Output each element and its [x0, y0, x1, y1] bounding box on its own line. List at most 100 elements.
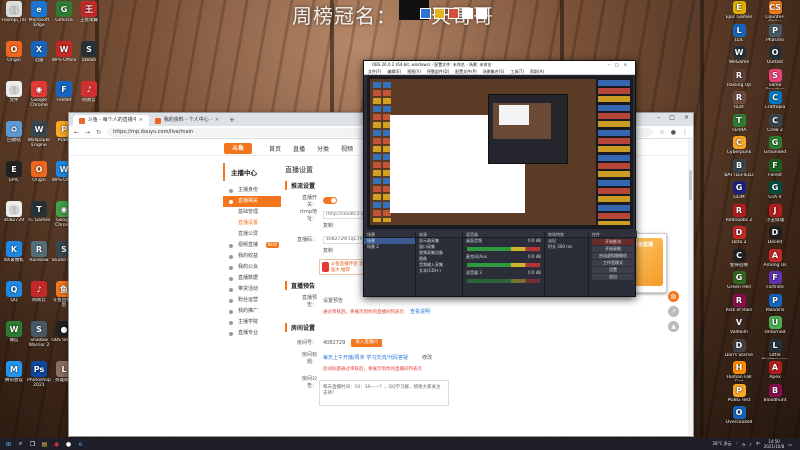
desktop-shortcut[interactable]: M 腾讯会议 [1, 361, 27, 388]
network-icon[interactable]: ◔ [742, 442, 746, 447]
desktop-shortcut[interactable]: V Valheim [724, 316, 754, 336]
obs-control-button[interactable]: 启动虚拟摄像机 [592, 253, 634, 259]
sidebar-item[interactable]: 我的公会 [223, 262, 281, 273]
desktop-shortcut[interactable]: ♪ 网易云 [26, 281, 52, 308]
clock[interactable]: 14:50 2021/10/8 [764, 439, 785, 449]
desktop-shortcut[interactable]: ▤ 4082729 [1, 201, 27, 228]
obs-window-controls[interactable]: –□× [608, 61, 632, 68]
desktop-shortcut[interactable]: P PUBG Test [724, 383, 754, 404]
minimize-icon[interactable]: – [657, 114, 660, 121]
forward-icon[interactable]: → [85, 129, 90, 136]
scene-item[interactable]: 场景 2 [364, 244, 415, 250]
desktop-shortcut[interactable]: O Origin [1, 41, 27, 68]
chrome-taskbar-icon[interactable]: ◉ [53, 441, 60, 448]
side-float-top-icon[interactable]: ▲ [668, 321, 679, 332]
desktop-shortcut[interactable]: T TC Games [26, 201, 52, 228]
obs-control-button[interactable]: 工作室模式 [592, 260, 634, 266]
obs-menu-item[interactable]: 场景集合(S) [483, 68, 505, 74]
desktop-shortcut[interactable]: R Risk of Rain [724, 293, 754, 314]
nav-live[interactable]: 直播 [293, 144, 305, 153]
obs-menu-item[interactable]: 帮助(H) [530, 68, 544, 74]
copy-rtmp-button[interactable]: 复制 [323, 222, 333, 229]
sidebar-item[interactable]: 主播身份 [223, 185, 281, 196]
sidebar-item[interactable]: 基础管理 [223, 207, 281, 218]
star-icon[interactable]: ☆ [659, 129, 664, 136]
sidebar-item[interactable]: 粉丝运营 [223, 295, 281, 306]
sidebar-item[interactable]: 我的推广 [223, 306, 281, 317]
room-notice-textarea[interactable]: 每天直播时间：10：30——？，QQ学习群，感谢大家关注支持！ [319, 380, 449, 406]
desktop-shortcut[interactable]: U Unturned [760, 316, 790, 336]
desktop-shortcut[interactable]: A Apex [760, 361, 790, 381]
obs-control-button[interactable]: 开始推流 [592, 239, 634, 245]
desktop-shortcut[interactable]: F Forest [760, 158, 790, 179]
desktop-shortcut[interactable]: E EPIC [1, 161, 27, 188]
notification-icon[interactable]: ▭ [788, 442, 792, 447]
desktop-shortcut[interactable]: W Wallpaper Engine [26, 121, 52, 148]
desktop-shortcut[interactable]: K KK录像机 [1, 241, 27, 268]
desktop-shortcut[interactable]: S Shadow Warrior 2 [26, 321, 52, 348]
desktop-shortcut[interactable]: L LOL [724, 23, 754, 44]
obs-menu-item[interactable]: 编辑(E) [387, 68, 401, 74]
desktop-shortcut[interactable]: ▤ Foxmpi_rar [1, 1, 27, 28]
file-explorer-icon[interactable]: ▤ [41, 441, 48, 448]
desktop-shortcut[interactable]: D Don't Starve [724, 338, 754, 359]
douyu-logo[interactable]: 斗鱼 [224, 143, 252, 154]
nav-home[interactable]: 首页 [269, 144, 281, 153]
desktop-shortcut[interactable]: ♻ 回收站 [1, 121, 27, 148]
desktop-shortcut[interactable]: C 使命召唤 [724, 248, 754, 269]
page-scrollbar[interactable] [688, 140, 693, 436]
obs-menu-item[interactable]: 工具(T) [510, 68, 524, 74]
obs-menu-item[interactable]: 文件(F) [368, 68, 381, 74]
desktop-shortcut[interactable]: O Outlast [760, 46, 790, 66]
sidebar-item[interactable]: 视频直播 NEW [223, 240, 281, 251]
preview-help-link[interactable]: 查看说明 [410, 308, 430, 315]
desktop-shortcut[interactable]: C Cyberpunk [724, 136, 754, 156]
desktop-shortcut[interactable]: E Epic Games [724, 1, 754, 21]
obs-taskbar-icon[interactable]: ● [65, 441, 72, 448]
desktop-shortcut[interactable]: LLittle Nightmares [760, 338, 790, 359]
new-tab-button[interactable]: + [229, 115, 235, 126]
desktop-shortcut[interactable]: D Deceit [760, 226, 790, 246]
desktop-shortcut[interactable]: G GTA V [760, 181, 790, 201]
desktop-shortcut[interactable]: G Grounded [760, 136, 790, 156]
desktop-shortcut[interactable]: 王王者荣耀 [76, 1, 102, 28]
windows-start-icon[interactable]: ⊞ [5, 441, 12, 448]
volume-meter[interactable] [467, 279, 540, 283]
close-tab-icon[interactable]: × [139, 115, 143, 126]
desktop-shortcut[interactable]: O Overcooked [724, 406, 754, 426]
nav-video[interactable]: 视频 [341, 144, 353, 153]
desktop-shortcut[interactable]: CSCounter-Strike [760, 1, 790, 21]
side-float-douyu-icon[interactable]: 鱼 [668, 291, 679, 302]
obs-menu-item[interactable]: 视图(V) [407, 68, 421, 74]
desktop-shortcut[interactable]: Ps Photoshop 2021 [26, 361, 52, 388]
set-preview-button[interactable]: 设置预告 [323, 297, 343, 304]
desktop-shortcut[interactable]: F Fortnite [760, 271, 790, 291]
back-icon[interactable]: ← [74, 129, 79, 136]
profile-icon[interactable]: ● [671, 129, 676, 136]
desktop-shortcut[interactable]: B BATTLEFIELD [724, 158, 754, 179]
desktop-shortcut[interactable]: A Among Us [760, 248, 790, 269]
desktop-shortcut[interactable]: C Crew 2 [760, 113, 790, 134]
push-toggle[interactable] [323, 197, 337, 204]
task-view-icon[interactable]: ❐ [29, 441, 36, 448]
browser-tab-profile[interactable]: 我的资料 - 个人中心 - 斗鱼 × [149, 115, 225, 126]
desktop-shortcut[interactable]: G Green Hell [724, 271, 754, 291]
obs-menu-item[interactable]: 配置文件(P) [455, 68, 477, 74]
desktop-shortcut[interactable]: G GLIM [724, 181, 754, 201]
weather-widget[interactable]: 28°C 多云 [712, 441, 731, 447]
obs-control-button[interactable]: 退出 [592, 274, 634, 280]
desktop-shortcut[interactable]: R Rednoobs 2 [724, 203, 754, 224]
volume-meter[interactable] [467, 247, 540, 251]
sidebar-item[interactable]: 带货活动 [223, 284, 281, 295]
desktop-shortcut[interactable]: W 微信 [1, 321, 27, 348]
close-tab-icon[interactable]: × [215, 115, 219, 126]
sidebar-item[interactable]: 直播公屏 [223, 229, 281, 240]
desktop-shortcut[interactable]: R Rainbow [26, 241, 52, 268]
desktop-shortcut[interactable]: T TERRA [724, 113, 754, 134]
rtmp-field[interactable]: rtmp://sendtc3.douyu.com/live [323, 210, 363, 219]
side-float-share-icon[interactable]: ↗ [668, 306, 679, 317]
desktop-shortcut[interactable]: F Fiddler [51, 81, 77, 108]
desktop-shortcut[interactable]: X 迅雷 [26, 41, 52, 68]
desktop-shortcut[interactable]: ◉ Google Chrome [26, 81, 52, 108]
desktop-shortcut[interactable]: ▤ 文件 [1, 81, 27, 108]
